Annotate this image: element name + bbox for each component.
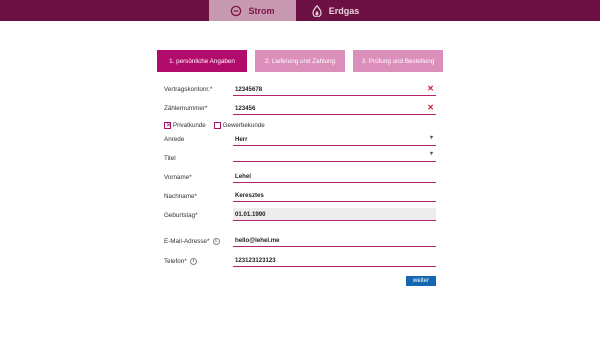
email-field[interactable]: hello@lehel.me <box>233 234 436 247</box>
title-select[interactable]: ▾ <box>233 149 436 162</box>
info-icon[interactable]: i <box>189 258 197 265</box>
step-indicator: 1. persönliche Angaben 2. Lieferung und … <box>0 50 600 72</box>
last-name-field[interactable]: Keresztes <box>233 189 436 202</box>
step-personal-data[interactable]: 1. persönliche Angaben <box>157 50 247 72</box>
meter-number-label: Zählernummer* <box>164 105 208 112</box>
step-review-order[interactable]: 3. Prüfung und Bestellung <box>353 50 443 72</box>
flame-icon <box>311 4 323 17</box>
step-delivery-payment[interactable]: 2. Lieferung und Zahlung <box>255 50 345 72</box>
contract-account-field[interactable]: 12345678 ✕ <box>233 83 436 96</box>
birthday-label: Geburtstag* <box>164 212 198 219</box>
tab-erdgas-label: Erdgas <box>328 5 360 16</box>
private-customer-checkbox[interactable]: Privatkunde <box>164 121 206 130</box>
checkbox-checked-icon[interactable] <box>164 121 172 130</box>
clear-icon[interactable]: ✕ <box>427 84 434 93</box>
meter-number-field[interactable]: 123456 ✕ <box>233 102 436 115</box>
contract-account-label: Vertragskontonr.* <box>164 86 213 93</box>
tab-erdgas[interactable]: Erdgas <box>296 0 374 21</box>
salutation-select[interactable]: Herr ▾ <box>233 133 436 146</box>
phone-field[interactable]: 123123123123 <box>233 254 436 267</box>
email-label: E-Mail-Adresse* i <box>164 238 220 245</box>
checkbox-empty-icon[interactable] <box>213 122 221 129</box>
phone-label: Telefon* i <box>164 258 197 265</box>
tab-strom-label: Strom <box>248 5 275 16</box>
tab-strom[interactable]: Strom <box>209 0 296 21</box>
next-button[interactable]: weiter <box>406 276 436 286</box>
title-label: Titel <box>164 155 176 162</box>
last-name-label: Nachname* <box>164 193 197 200</box>
top-nav-bar: Strom Erdgas <box>0 0 600 21</box>
business-customer-checkbox[interactable]: Gewerbekunde <box>213 122 265 129</box>
customer-type-group: Privatkunde Gewerbekunde <box>164 121 265 130</box>
salutation-label: Anrede <box>164 136 185 143</box>
power-icon <box>230 5 242 17</box>
birthday-field[interactable]: 01.01.1990 <box>233 208 436 221</box>
first-name-field[interactable]: Lehel <box>233 170 436 183</box>
chevron-down-icon: ▾ <box>429 135 433 141</box>
first-name-label: Vorname* <box>164 174 192 181</box>
chevron-down-icon: ▾ <box>429 151 433 157</box>
info-icon[interactable]: i <box>212 238 220 245</box>
clear-icon[interactable]: ✕ <box>427 103 434 112</box>
